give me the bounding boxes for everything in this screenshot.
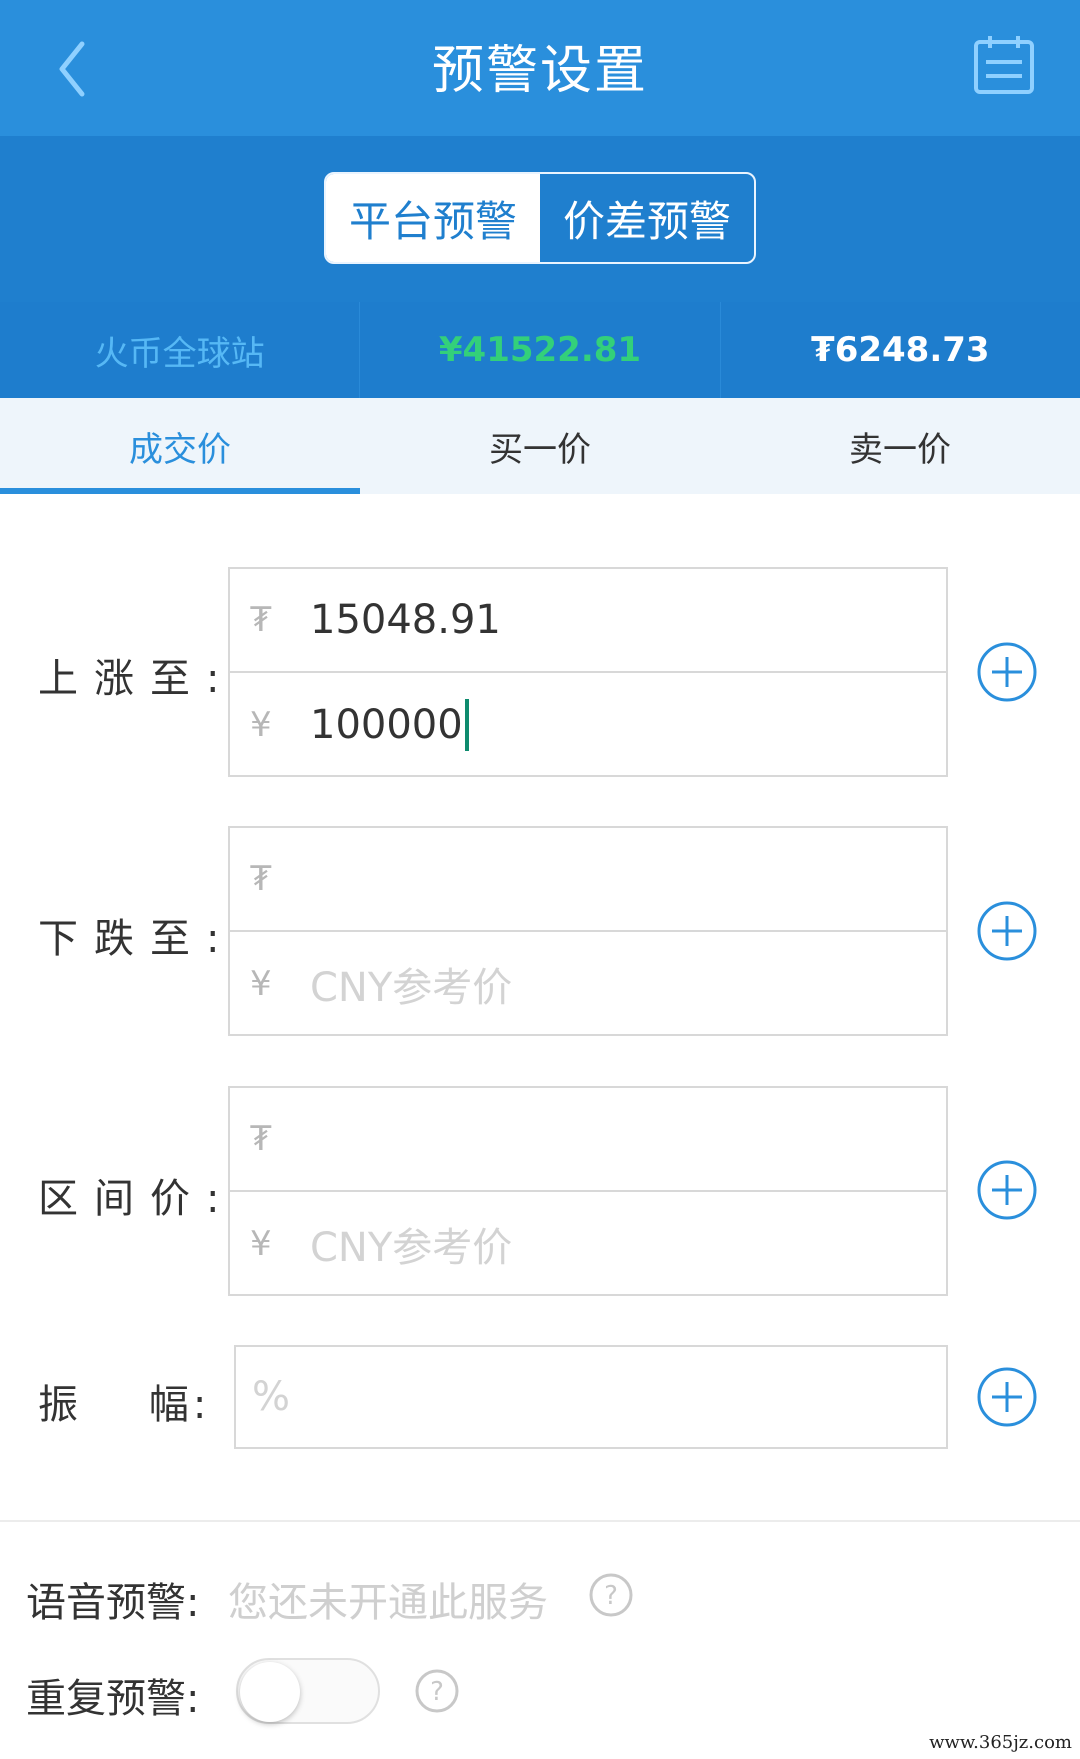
rise-label: 上涨至: bbox=[38, 656, 236, 702]
range-label: 区间价: bbox=[38, 1176, 236, 1222]
tab-ask-price[interactable]: 卖一价 bbox=[720, 398, 1080, 494]
fall-label: 下跌至: bbox=[38, 916, 236, 962]
repeat-help-icon[interactable]: ? bbox=[414, 1668, 460, 1714]
fall-usdt-field[interactable]: ₮ bbox=[230, 828, 946, 932]
exchange-name: 火币全球站 bbox=[0, 302, 361, 398]
page-title: 预警设置 bbox=[431, 41, 648, 101]
usdt-symbol: ₮ bbox=[250, 859, 272, 899]
fall-cny-placeholder: CNY参考价 bbox=[310, 965, 513, 1011]
fall-cny-field[interactable]: ¥ CNY参考价 bbox=[230, 932, 946, 1036]
toggle-knob bbox=[240, 1662, 300, 1722]
tab-last-price[interactable]: 成交价 bbox=[0, 398, 360, 494]
fall-input-group: ₮ ¥ CNY参考价 bbox=[228, 826, 948, 1036]
range-cny-field[interactable]: ¥ CNY参考价 bbox=[230, 1192, 946, 1296]
calendar-icon[interactable] bbox=[972, 32, 1036, 96]
add-range-alert-plus-icon[interactable] bbox=[976, 1159, 1038, 1221]
segment-spread-alert[interactable]: 价差预警 bbox=[540, 174, 754, 262]
amplitude-label: 振 幅: bbox=[38, 1382, 211, 1428]
svg-text:?: ? bbox=[430, 1677, 444, 1707]
voice-alert-label: 语音预警: bbox=[26, 1580, 200, 1626]
rise-cny-field[interactable]: ¥ 100000 bbox=[230, 673, 946, 777]
top-bar: 预警设置 bbox=[0, 0, 1080, 136]
repeat-alert-label: 重复预警: bbox=[26, 1676, 200, 1722]
svg-text:?: ? bbox=[604, 1581, 618, 1611]
rise-cny-value: 100000 bbox=[310, 702, 463, 748]
rise-usdt-field[interactable]: ₮ 15048.91 bbox=[230, 569, 946, 673]
amplitude-placeholder: % bbox=[252, 1374, 291, 1420]
add-rise-alert-plus-icon[interactable] bbox=[976, 641, 1038, 703]
segment-area: 平台预警 价差预警 bbox=[0, 136, 1080, 302]
usdt-price: ₮6248.73 bbox=[811, 330, 990, 370]
alert-type-segment: 平台预警 价差预警 bbox=[324, 172, 756, 264]
range-input-group: ₮ ¥ CNY参考价 bbox=[228, 1086, 948, 1296]
text-caret bbox=[464, 699, 469, 751]
add-fall-alert-plus-icon[interactable] bbox=[976, 900, 1038, 962]
cny-symbol: ¥ bbox=[250, 964, 272, 1004]
price-strip: 火币全球站 ¥41522.81 ₮6248.73 bbox=[0, 302, 1080, 398]
price-type-tabs: 成交价 买一价 卖一价 bbox=[0, 398, 1080, 494]
tab-bid-price[interactable]: 买一价 bbox=[360, 398, 720, 494]
segment-platform-alert[interactable]: 平台预警 bbox=[326, 174, 540, 262]
usdt-symbol: ₮ bbox=[250, 1119, 272, 1159]
repeat-alert-toggle[interactable] bbox=[236, 1658, 380, 1724]
watermark-text: www.365jz.com bbox=[929, 1732, 1072, 1753]
range-usdt-field[interactable]: ₮ bbox=[230, 1088, 946, 1192]
cny-symbol: ¥ bbox=[250, 705, 272, 745]
amplitude-field[interactable]: % bbox=[234, 1345, 948, 1449]
section-divider bbox=[0, 1520, 1080, 1522]
add-amplitude-alert-plus-icon[interactable] bbox=[976, 1366, 1038, 1428]
voice-help-icon[interactable]: ? bbox=[588, 1572, 634, 1618]
cny-symbol: ¥ bbox=[250, 1224, 272, 1264]
rise-usdt-value: 15048.91 bbox=[310, 597, 501, 643]
range-cny-placeholder: CNY参考价 bbox=[310, 1225, 513, 1271]
usdt-symbol: ₮ bbox=[250, 600, 272, 640]
cny-price: ¥41522.81 bbox=[360, 302, 721, 398]
rise-input-group: ₮ 15048.91 ¥ 100000 bbox=[228, 567, 948, 777]
voice-alert-status: 您还未开通此服务 bbox=[228, 1580, 548, 1626]
